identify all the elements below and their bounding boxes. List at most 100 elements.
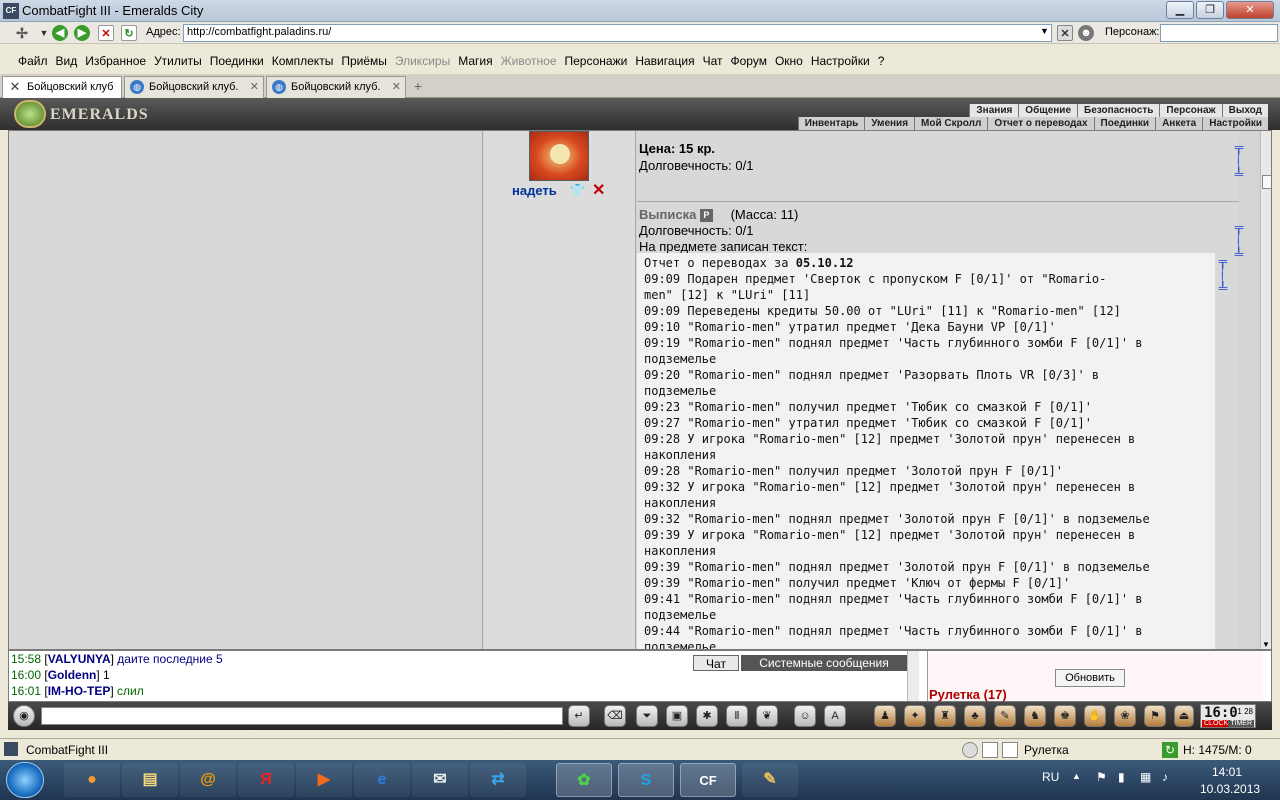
menu-item[interactable]: Вид (52, 50, 82, 72)
wear-link[interactable]: надеть (512, 183, 557, 198)
nav-link[interactable]: Умения (864, 117, 915, 130)
eraser-icon[interactable]: ⌫ (604, 705, 626, 727)
group-icon[interactable]: ♣ (964, 705, 986, 727)
menu-item[interactable]: Животное (497, 50, 561, 72)
delete-icon[interactable]: ✕ (592, 180, 605, 200)
menu-item[interactable]: Магия (454, 50, 496, 72)
users-icon[interactable]: ☻ (1078, 25, 1094, 41)
translit-icon[interactable]: A (824, 705, 846, 727)
icq-icon[interactable]: ✿ (556, 763, 612, 797)
item2-name[interactable]: Выписка (639, 207, 696, 222)
menu-item[interactable]: Настройки (807, 50, 874, 72)
speaker-icon[interactable]: ◉ (13, 705, 35, 727)
menu-item[interactable]: Форум (727, 50, 771, 72)
menu-item[interactable]: Избранное (81, 50, 150, 72)
media-player-icon[interactable]: ▶ (296, 763, 352, 797)
sync-icon[interactable]: ↻ (1162, 742, 1178, 758)
clock-status-icon[interactable] (962, 742, 978, 758)
scroll-icon[interactable]: ✎ (994, 705, 1016, 727)
chat-nick[interactable]: IM-HO-TEP (48, 684, 111, 698)
explorer-icon[interactable]: ▤ (122, 763, 178, 797)
yandex-icon[interactable]: Я (238, 763, 294, 797)
shirt-icon[interactable]: 👕 (570, 183, 585, 197)
minimize-icon[interactable]: ▁ (1166, 1, 1194, 19)
combatfight-taskbar-icon[interactable]: CF (680, 763, 736, 797)
magic-icon[interactable]: ✦ (904, 705, 926, 727)
nav-link[interactable]: Анкета (1155, 117, 1203, 130)
chat-time[interactable]: 15:58 (11, 652, 41, 666)
hands-icon[interactable]: ✋ (1084, 705, 1106, 727)
flag-tray-icon[interactable]: ⚑ (1096, 770, 1107, 784)
paw-icon[interactable]: ❀ (1114, 705, 1136, 727)
new-tab-icon[interactable]: + (410, 78, 426, 94)
menu-item[interactable]: Эликсиры (391, 50, 454, 72)
tab-chat[interactable]: Чат (693, 655, 739, 671)
device-tray-icon[interactable]: ▮ (1118, 770, 1125, 784)
footprint-icon[interactable]: ❦ (756, 705, 778, 727)
nav-link[interactable]: Отчет о переводах (987, 117, 1094, 130)
menu-item[interactable]: Комплекты (268, 50, 338, 72)
forward-icon[interactable]: ▶ (74, 25, 90, 41)
paint-icon[interactable]: ✎ (742, 763, 798, 797)
volume-tray-icon[interactable]: ♪ (1162, 770, 1168, 784)
nav-link[interactable]: Инвентарь (797, 117, 865, 130)
pin-icon[interactable]: ✢ (14, 25, 30, 41)
skype-icon[interactable]: S (618, 763, 674, 797)
menu-item[interactable]: Поединки (206, 50, 268, 72)
roulette-label[interactable]: Рулетка (17) (929, 687, 1007, 702)
warrior-icon[interactable]: ♚ (1054, 705, 1076, 727)
scroll-marker-icon[interactable]: ╤ │ │ ╧ (1233, 221, 1245, 260)
back-icon[interactable]: ◀ (52, 25, 68, 41)
refresh-icon[interactable]: ↻ (121, 25, 137, 41)
menu-item[interactable]: Персонажи (561, 50, 632, 72)
restore-icon[interactable]: ❐ (1196, 1, 1224, 19)
chat-time[interactable]: 16:01 (11, 684, 41, 698)
address-dropdown-icon[interactable]: ▼ (1040, 26, 1049, 36)
chat-time[interactable]: 16:00 (11, 668, 41, 682)
tab-close-icon[interactable]: ✕ (250, 80, 259, 93)
save-log-icon[interactable]: ▣ (666, 705, 688, 727)
dropdown-icon[interactable]: ▼ (36, 25, 52, 41)
scrollbar-thumb[interactable] (1262, 175, 1271, 189)
private-icon[interactable]: Ⅱ (726, 705, 748, 727)
tab-system-messages[interactable]: Системные сообщения (741, 655, 907, 671)
menu-item[interactable]: Файл (14, 50, 52, 72)
tab-2[interactable]: ◍ Бойцовский клуб. ✕ (266, 76, 406, 98)
document-status-icon[interactable] (982, 742, 998, 758)
clear-icon[interactable]: ✕ (1057, 25, 1073, 41)
chat-input[interactable] (41, 707, 563, 725)
menu-item[interactable]: Чат (699, 50, 727, 72)
nav-link[interactable]: Поединки (1093, 117, 1156, 130)
tray-expand-icon[interactable]: ▲ (1072, 771, 1081, 781)
address-input[interactable]: http://combatfight.paladins.ru/ (183, 24, 1052, 42)
content-scrollbar[interactable]: ▼ (1260, 131, 1271, 649)
scroll-marker-icon[interactable]: ╤ │ │ ╧ (1233, 141, 1245, 180)
menu-item[interactable]: ? (874, 50, 889, 72)
list-status-icon[interactable] (1002, 742, 1018, 758)
nav-link[interactable]: Мой Скролл (914, 117, 988, 130)
close-icon[interactable]: ✕ (1226, 1, 1274, 19)
language-indicator[interactable]: RU (1042, 770, 1059, 784)
network-tray-icon[interactable]: ▦ (1140, 770, 1151, 784)
mail-agent-icon[interactable]: @ (180, 763, 236, 797)
tab-0[interactable]: ✕ Бойцовский клуб (2, 76, 122, 98)
firefox-icon[interactable]: ● (64, 763, 120, 797)
chat-scrollbar[interactable] (907, 651, 919, 701)
persona-select[interactable] (1160, 24, 1278, 42)
clock-time-text[interactable]: 14:01 (1212, 765, 1242, 779)
exit-icon[interactable]: ⏏ (1174, 705, 1194, 727)
menu-item[interactable]: Окно (771, 50, 807, 72)
nav-link[interactable]: Настройки (1202, 117, 1268, 130)
chat-nick[interactable]: VALYUNYA (48, 652, 111, 666)
stop-icon[interactable]: ✕ (98, 25, 114, 41)
menu-item[interactable]: Утилиты (150, 50, 206, 72)
bag-icon[interactable]: ♜ (934, 705, 956, 727)
outlook-icon[interactable]: ✉ (412, 763, 468, 797)
chat-nick[interactable]: Goldenn (48, 668, 97, 682)
refresh-button[interactable]: Обновить (1055, 669, 1125, 687)
smiley-icon[interactable]: ☺ (794, 705, 816, 727)
teamviewer-icon[interactable]: ⇄ (470, 763, 526, 797)
helmet-icon[interactable]: ♞ (1024, 705, 1046, 727)
clock-date-text[interactable]: 10.03.2013 (1200, 782, 1260, 796)
tab-close-icon[interactable]: ✕ (392, 80, 401, 93)
